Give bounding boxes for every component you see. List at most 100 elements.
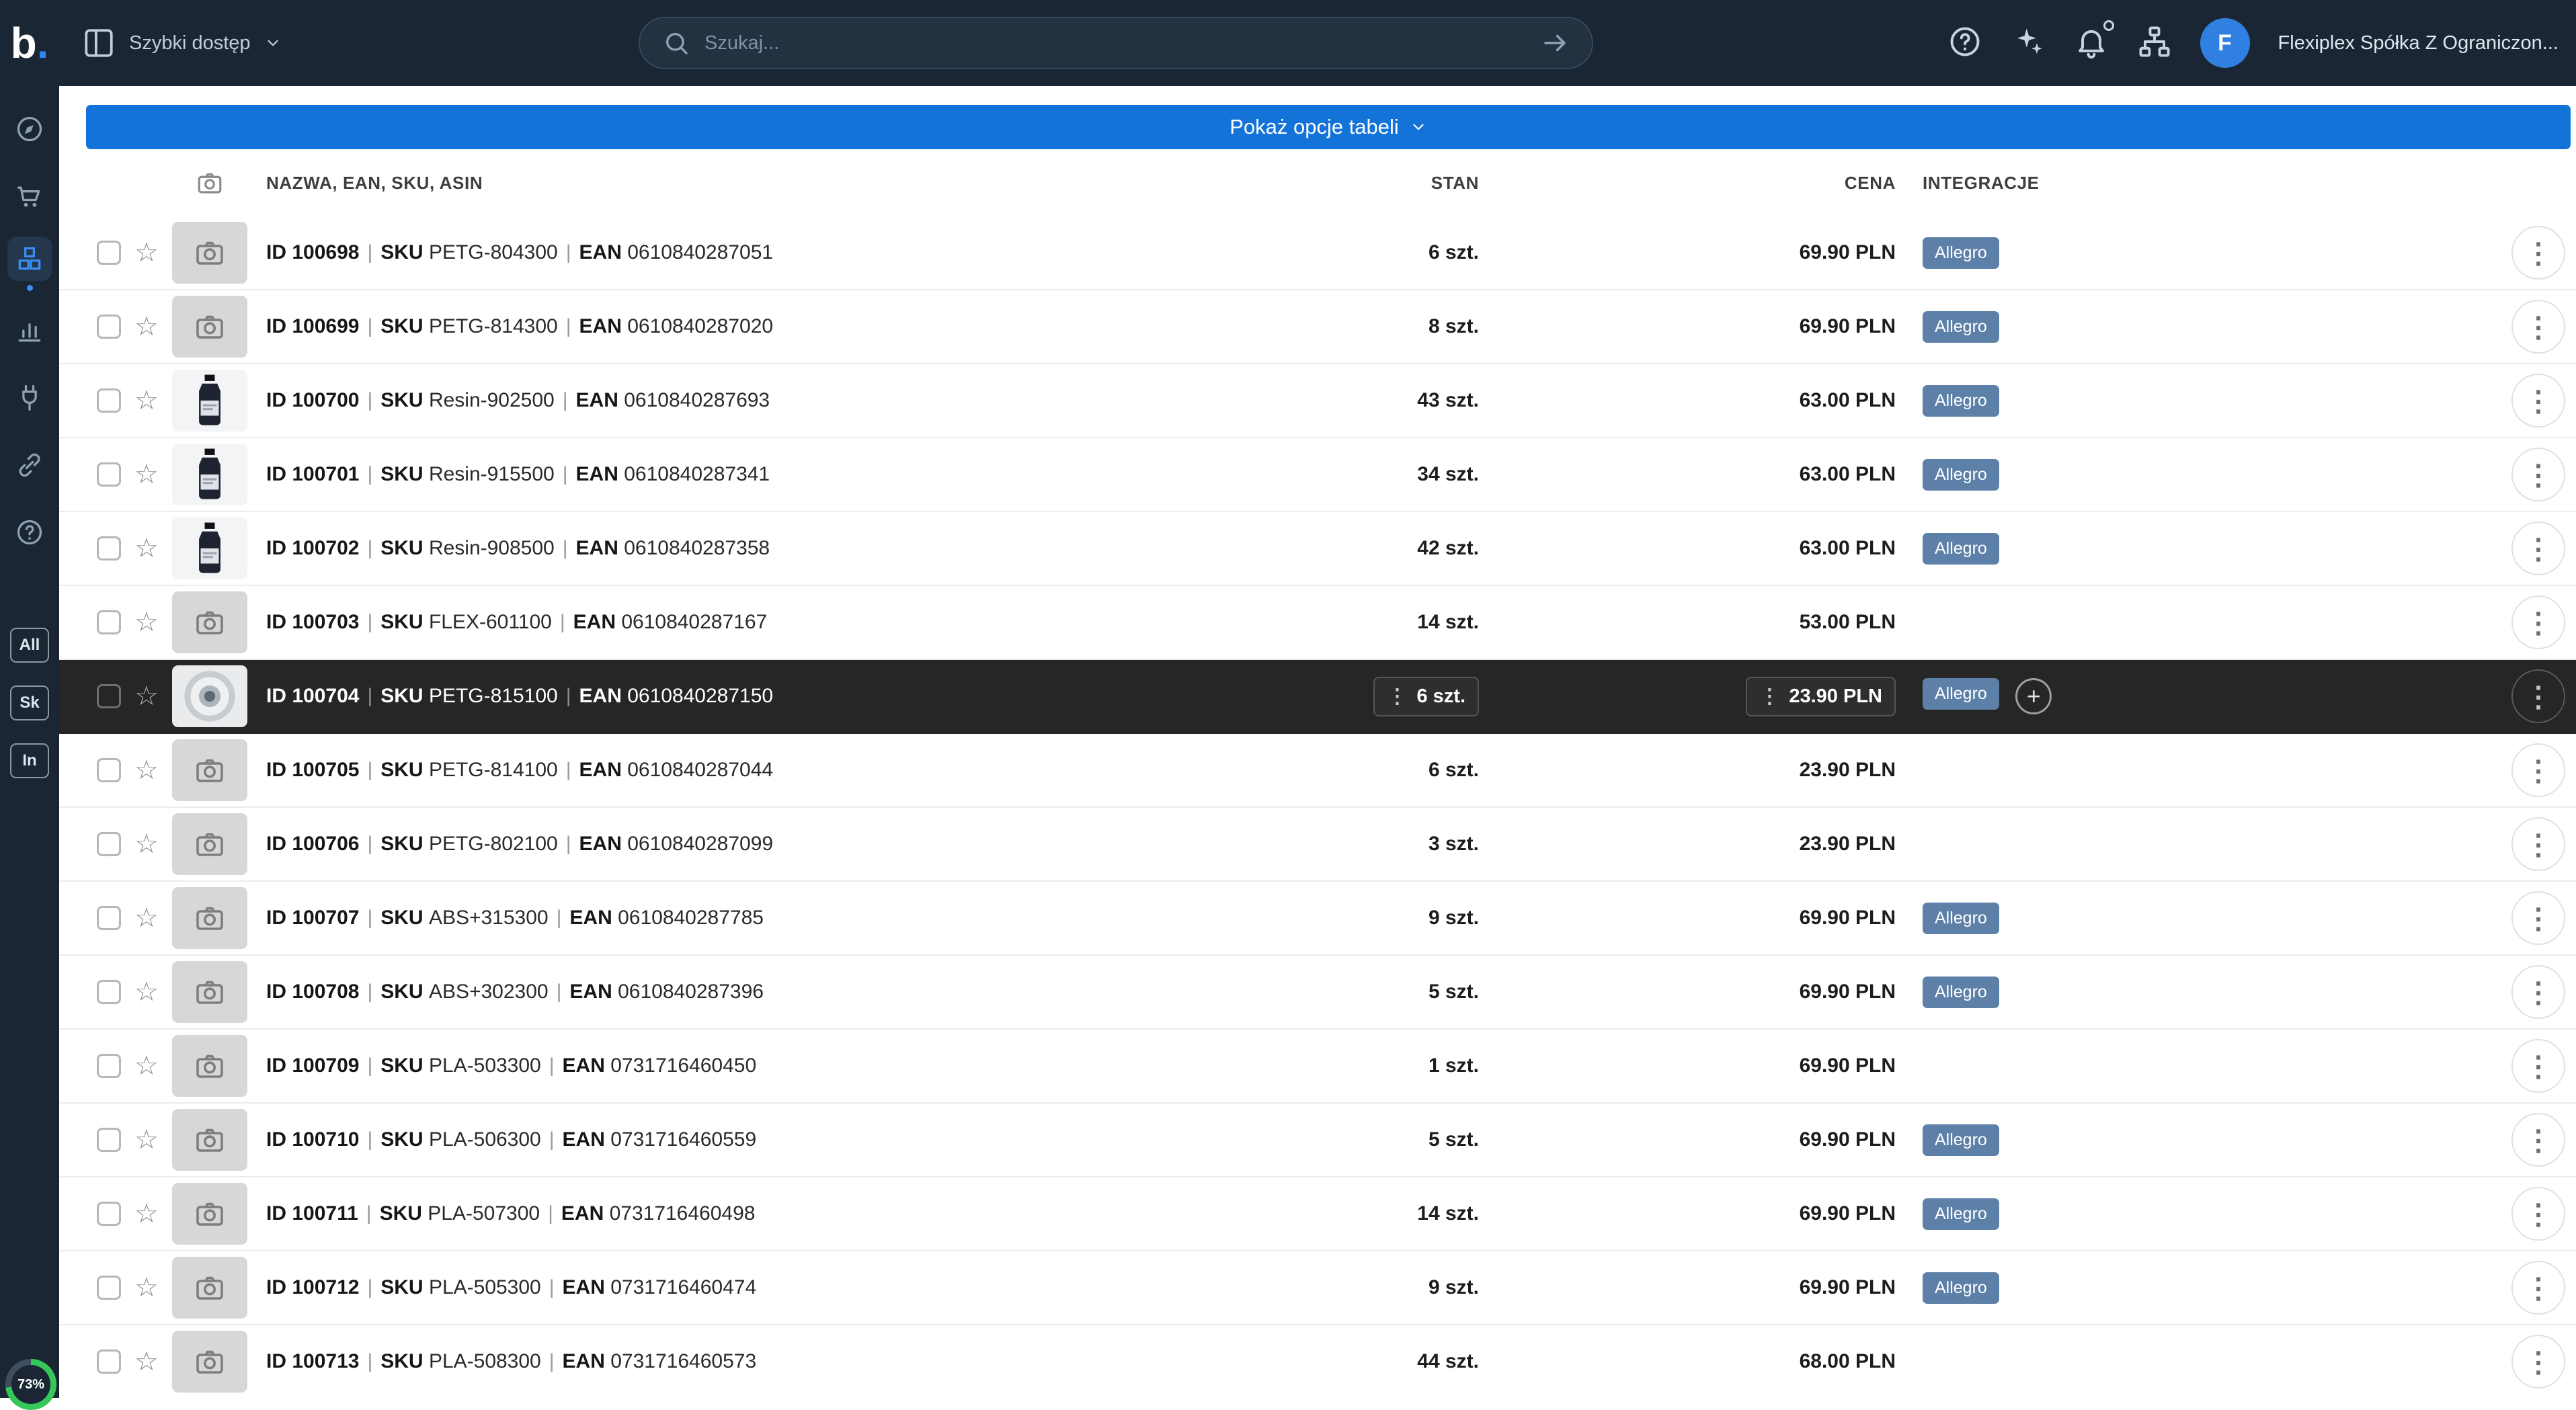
row-menu-button[interactable]: ⋮ <box>2511 522 2565 575</box>
table-row[interactable]: ☆ ID 100699|SKU PETG-814300|EAN 06108402… <box>59 290 2576 364</box>
table-row[interactable]: ☆ ID 100700|SKU Resin-902500|EAN 0610840… <box>59 364 2576 438</box>
row-checkbox[interactable] <box>97 388 121 413</box>
product-name[interactable]: ID 100703|SKU FLEX-601100|EAN 0610840287… <box>266 611 1237 634</box>
row-checkbox[interactable] <box>97 1350 121 1374</box>
favorite-star-icon[interactable]: ☆ <box>134 386 159 415</box>
product-name[interactable]: ID 100701|SKU Resin-915500|EAN 061084028… <box>266 463 1237 486</box>
table-row[interactable]: ☆ ID 100713|SKU PLA-508300|EAN 073171646… <box>59 1325 2576 1398</box>
sidebar-shortcut-sk[interactable]: Sk <box>10 686 49 720</box>
integration-badge[interactable]: Allegro <box>1923 903 1999 934</box>
sidebar-item-orders[interactable] <box>0 163 59 230</box>
favorite-star-icon[interactable]: ☆ <box>134 755 159 785</box>
row-menu-button[interactable]: ⋮ <box>2511 1335 2565 1388</box>
product-name[interactable]: ID 100711|SKU PLA-507300|EAN 07317164604… <box>266 1202 1237 1225</box>
avatar[interactable]: F <box>2200 18 2250 68</box>
row-menu-button[interactable]: ⋮ <box>2511 595 2565 649</box>
favorite-star-icon[interactable]: ☆ <box>134 903 159 933</box>
account-company-name[interactable]: Flexiplex Spółka Z Ograniczon... <box>2278 32 2559 54</box>
storage-progress-ring[interactable]: 73% <box>5 1359 56 1410</box>
row-checkbox[interactable] <box>97 462 121 487</box>
table-row[interactable]: ☆ ID 100702|SKU Resin-908500|EAN 0610840… <box>59 512 2576 586</box>
row-menu-button[interactable]: ⋮ <box>2511 891 2565 945</box>
row-checkbox[interactable] <box>97 906 121 930</box>
table-row[interactable]: ☆ ID 100710|SKU PLA-506300|EAN 073171646… <box>59 1104 2576 1177</box>
product-name[interactable]: ID 100705|SKU PETG-814100|EAN 0610840287… <box>266 759 1237 782</box>
product-thumbnail[interactable] <box>172 1331 247 1393</box>
sidebar-item-help[interactable] <box>0 499 59 566</box>
ai-sparkles-icon[interactable] <box>2011 24 2046 63</box>
sidebar-item-connect[interactable] <box>0 431 59 499</box>
product-name[interactable]: ID 100710|SKU PLA-506300|EAN 07317164605… <box>266 1128 1237 1151</box>
favorite-star-icon[interactable]: ☆ <box>134 829 159 859</box>
integration-badge[interactable]: Allegro <box>1923 1272 1999 1304</box>
row-checkbox[interactable] <box>97 684 121 708</box>
favorite-star-icon[interactable]: ☆ <box>134 1125 159 1155</box>
product-name[interactable]: ID 100712|SKU PLA-505300|EAN 07317164604… <box>266 1276 1237 1299</box>
row-menu-button[interactable]: ⋮ <box>2511 1187 2565 1241</box>
product-name[interactable]: ID 100704|SKU PETG-815100|EAN 0610840287… <box>266 685 1237 708</box>
submit-arrow-icon[interactable] <box>1541 29 1569 57</box>
sidebar-item-integrations[interactable] <box>0 364 59 431</box>
product-thumbnail[interactable] <box>172 444 247 505</box>
table-row[interactable]: ☆ ID 100708|SKU ABS+302300|EAN 061084028… <box>59 956 2576 1030</box>
sidebar-item-dashboard[interactable] <box>0 95 59 163</box>
integration-badge[interactable]: Allegro <box>1923 311 1999 343</box>
product-thumbnail[interactable] <box>172 591 247 653</box>
product-thumbnail[interactable] <box>172 1035 247 1097</box>
row-menu-button[interactable]: ⋮ <box>2511 817 2565 871</box>
row-checkbox[interactable] <box>97 1276 121 1300</box>
sidebar-item-reports[interactable] <box>0 297 59 364</box>
table-options-banner[interactable]: Pokaż opcje tabeli <box>86 105 2571 149</box>
table-row[interactable]: ☆ ID 100711|SKU PLA-507300|EAN 073171646… <box>59 1177 2576 1251</box>
sidebar-shortcut-all[interactable]: All <box>10 628 49 663</box>
product-thumbnail[interactable] <box>172 1183 247 1245</box>
product-name[interactable]: ID 100713|SKU PLA-508300|EAN 07317164605… <box>266 1350 1237 1373</box>
row-menu-button[interactable]: ⋮ <box>2511 1039 2565 1093</box>
row-checkbox[interactable] <box>97 1128 121 1152</box>
product-thumbnail[interactable] <box>172 370 247 431</box>
product-thumbnail[interactable] <box>172 887 247 949</box>
integration-badge[interactable]: Allegro <box>1923 237 1999 269</box>
table-row[interactable]: ☆ ID 100707|SKU ABS+315300|EAN 061084028… <box>59 882 2576 956</box>
table-row[interactable]: ☆ ID 100705|SKU PETG-814100|EAN 06108402… <box>59 734 2576 808</box>
product-thumbnail[interactable] <box>172 739 247 801</box>
product-name[interactable]: ID 100706|SKU PETG-802100|EAN 0610840287… <box>266 833 1237 856</box>
row-checkbox[interactable] <box>97 832 121 856</box>
favorite-star-icon[interactable]: ☆ <box>134 1273 159 1302</box>
row-checkbox[interactable] <box>97 536 121 561</box>
stock-edit-button[interactable]: ⋮6 szt. <box>1373 677 1479 716</box>
row-menu-button[interactable]: ⋮ <box>2511 1113 2565 1167</box>
app-logo[interactable]: b. <box>0 18 59 68</box>
product-name[interactable]: ID 100708|SKU ABS+302300|EAN 06108402873… <box>266 981 1237 1003</box>
product-thumbnail[interactable] <box>172 1257 247 1319</box>
row-menu-button[interactable]: ⋮ <box>2511 965 2565 1019</box>
row-checkbox[interactable] <box>97 1202 121 1226</box>
sidebar-item-products[interactable] <box>0 230 59 297</box>
row-menu-button[interactable]: ⋮ <box>2511 1261 2565 1315</box>
integration-badge[interactable]: Allegro <box>1923 1124 1999 1156</box>
integration-badge[interactable]: Allegro <box>1923 385 1999 417</box>
row-checkbox[interactable] <box>97 1054 121 1078</box>
product-name[interactable]: ID 100700|SKU Resin-902500|EAN 061084028… <box>266 389 1237 412</box>
table-row[interactable]: ☆ ID 100703|SKU FLEX-601100|EAN 06108402… <box>59 586 2576 660</box>
product-thumbnail[interactable] <box>172 961 247 1023</box>
table-row[interactable]: ☆ ID 100701|SKU Resin-915500|EAN 0610840… <box>59 438 2576 512</box>
row-checkbox[interactable] <box>97 610 121 634</box>
row-menu-button[interactable]: ⋮ <box>2511 374 2565 427</box>
search-input[interactable] <box>705 32 1526 54</box>
product-thumbnail[interactable] <box>172 296 247 358</box>
favorite-star-icon[interactable]: ☆ <box>134 238 159 267</box>
favorite-star-icon[interactable]: ☆ <box>134 1051 159 1081</box>
favorite-star-icon[interactable]: ☆ <box>134 460 159 489</box>
product-thumbnail[interactable] <box>172 665 247 727</box>
favorite-star-icon[interactable]: ☆ <box>134 534 159 563</box>
row-menu-button[interactable]: ⋮ <box>2511 300 2565 354</box>
integration-badge[interactable]: Allegro <box>1923 977 1999 1008</box>
favorite-star-icon[interactable]: ☆ <box>134 608 159 637</box>
favorite-star-icon[interactable]: ☆ <box>134 312 159 341</box>
quick-access-button[interactable]: Szybki dostęp <box>82 26 282 60</box>
sidebar-shortcut-in[interactable]: In <box>10 743 49 778</box>
row-menu-button[interactable]: ⋮ <box>2511 448 2565 501</box>
favorite-star-icon[interactable]: ☆ <box>134 977 159 1007</box>
help-icon[interactable] <box>1947 24 1982 63</box>
